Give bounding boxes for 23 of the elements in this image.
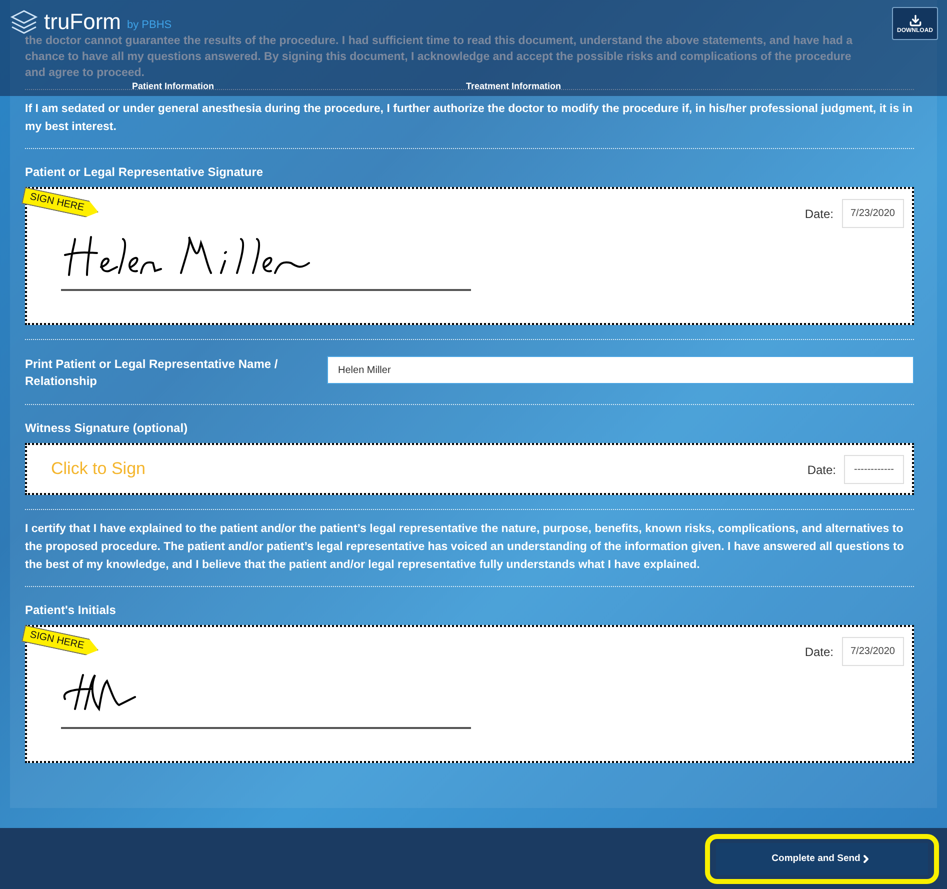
sign-here-tag: SIGN HERE: [21, 625, 100, 658]
nav-tab[interactable]: Treatment Information: [466, 80, 562, 92]
date-label: Date:: [804, 644, 834, 658]
download-icon: [908, 14, 922, 26]
signature-pad[interactable]: Click to Sign Date: ------------: [25, 443, 914, 495]
logo-text: truForm: [44, 9, 121, 35]
section-label: Patient's Initials: [25, 603, 117, 617]
section-label: Patient or Legal Representative Signature: [25, 165, 264, 179]
field-label: Print Patient or Legal Representative Name / Relationship: [25, 356, 279, 390]
date-field: 7/23/2020: [842, 637, 904, 666]
byline: by PBHS: [127, 19, 172, 31]
date-label: Date:: [804, 206, 834, 220]
paragraph: If I am sedated or under general anesthesia during the procedure, I further authorize the doctor to modify the procedure if, in his/her professional judgment, it is in my best interest.: [25, 90, 914, 149]
date-field: 7/23/2020: [842, 199, 904, 228]
complete-and-send-button[interactable]: Complete and Send: [716, 842, 928, 874]
date-label: Date:: [807, 462, 836, 476]
sign-here-tag: SIGN HERE: [21, 187, 100, 220]
paragraph: I certify that I have explained to the patient and/or the patient’s legal representative the nature, purpose, benefits, known risks, complications, and alternatives to the proposed procedure. The patient and/or patient’s legal representative has voiced an understanding of the information given. I have answered all questions to the best of my knowledge, and I believe that the patient and/or legal representative fully understands what I have explained.: [25, 510, 914, 587]
name-field[interactable]: Helen Miller: [327, 356, 914, 384]
nav-tab[interactable]: Patient Information: [132, 80, 214, 92]
date-field: ------------: [844, 455, 904, 484]
layers-icon: [8, 9, 38, 35]
section-label: Witness Signature (optional): [25, 421, 189, 435]
